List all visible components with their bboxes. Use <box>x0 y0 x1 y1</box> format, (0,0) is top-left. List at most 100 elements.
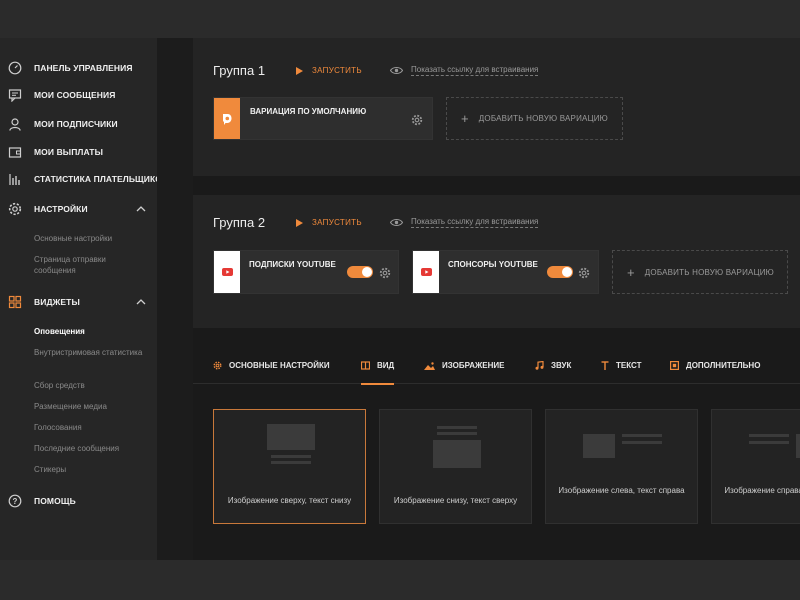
settings-tabs: ОСНОВНЫЕ НАСТРОЙКИ ВИД ИЗОБРАЖЕНИЕ ЗВУК … <box>193 347 800 385</box>
group-card-2: Группа 2 ЗАПУСТИТЬ Показать ссылку для в… <box>193 195 800 328</box>
speedometer-icon <box>8 61 22 75</box>
sidebar-item-messages[interactable]: МОИ СООБЩЕНИЯ <box>8 86 115 104</box>
text-line-placeholder <box>271 455 311 458</box>
sidebar-item-widgets[interactable]: ВИДЖЕТЫ <box>8 293 80 311</box>
gutter <box>157 38 193 560</box>
sidebar-item-label: ВИДЖЕТЫ <box>34 297 80 307</box>
sidebar-item-label: МОИ ВЫПЛАТЫ <box>34 147 104 157</box>
plus-icon: + <box>461 111 469 126</box>
message-icon <box>8 88 22 102</box>
sidebar-item-payer-stats[interactable]: СТАТИСТИКА ПЛАТЕЛЬЩИКОВ <box>8 170 168 188</box>
add-variation-button[interactable]: + ДОБАВИТЬ НОВУЮ ВАРИАЦИЮ <box>446 97 623 140</box>
tab-text[interactable]: ТЕКСТ <box>601 347 641 384</box>
sidebar-item-subscribers[interactable]: МОИ ПОДПИСЧИКИ <box>8 115 118 133</box>
sidebar-subitem-fundraising[interactable]: Сбор средств <box>34 380 149 391</box>
add-variation-button[interactable]: + ДОБАВИТЬ НОВУЮ ВАРИАЦИЮ <box>612 250 788 294</box>
text-line-placeholder <box>622 434 662 437</box>
sidebar-subitem-stickers[interactable]: Стикеры <box>34 464 149 475</box>
sidebar-subitem-message-page[interactable]: Страница отправки сообщения <box>34 254 149 276</box>
sidebar-subitem-instream-stats[interactable]: Внутристримовая статистика <box>34 347 149 358</box>
image-icon <box>424 361 435 370</box>
layout-caption: Изображение слева, текст справа <box>558 486 685 495</box>
text-line-placeholder <box>749 434 789 437</box>
advanced-icon <box>670 361 679 370</box>
gear-icon[interactable] <box>411 113 423 126</box>
sidebar-item-label: ПАНЕЛЬ УПРАВЛЕНИЯ <box>34 63 133 73</box>
gear-icon[interactable] <box>578 266 590 279</box>
add-variation-label: ДОБАВИТЬ НОВУЮ ВАРИАЦИЮ <box>644 267 774 277</box>
tab-advanced[interactable]: ДОПОЛНИТЕЛЬНО <box>670 347 760 384</box>
tab-label: ТЕКСТ <box>616 361 642 370</box>
eye-icon <box>390 66 403 75</box>
sidebar-item-payouts[interactable]: МОИ ВЫПЛАТЫ <box>8 143 103 161</box>
text-line-placeholder <box>437 426 477 429</box>
bar-chart-icon <box>8 172 22 186</box>
layout-caption: Изображение сверху, текст снизу <box>227 496 352 505</box>
sidebar-item-settings[interactable]: НАСТРОЙКИ <box>8 200 88 218</box>
enable-toggle[interactable] <box>347 266 373 278</box>
run-button[interactable]: ЗАПУСТИТЬ <box>296 218 362 227</box>
variation-card-default[interactable]: ВАРИАЦИЯ ПО УМОЛЧАНИЮ <box>213 97 433 140</box>
run-label: ЗАПУСТИТЬ <box>312 66 362 75</box>
chevron-up-icon[interactable] <box>134 295 148 309</box>
tab-sound[interactable]: ЗВУК <box>535 347 571 384</box>
image-placeholder-icon <box>267 424 315 450</box>
embed-label: Показать ссылку для встраивания <box>411 217 539 228</box>
tab-view[interactable]: ВИД <box>361 347 395 385</box>
main-content: Группа 1 ЗАПУСТИТЬ Показать ссылку для в… <box>193 38 800 560</box>
tab-label: ОСНОВНЫЕ НАСТРОЙКИ <box>229 361 330 370</box>
embed-link[interactable]: Показать ссылку для встраивания <box>390 217 539 228</box>
gear-icon[interactable] <box>379 266 391 279</box>
layout-option-image-top[interactable]: Изображение сверху, текст снизу <box>213 409 366 524</box>
variation-card-youtube-subs[interactable]: ПОДПИСКИ YOUTUBE <box>213 250 399 294</box>
sidebar-item-label: МОИ ПОДПИСЧИКИ <box>34 119 118 129</box>
eye-icon <box>390 218 403 227</box>
top-bar <box>0 0 800 38</box>
music-note-icon <box>535 361 544 370</box>
run-button[interactable]: ЗАПУСТИТЬ <box>296 66 362 75</box>
sidebar-subitem-polls[interactable]: Голосования <box>34 422 149 433</box>
layout-option-image-bottom[interactable]: Изображение снизу, текст сверху <box>379 409 532 524</box>
tab-image[interactable]: ИЗОБРАЖЕНИЕ <box>424 347 504 384</box>
variation-label: ВАРИАЦИЯ ПО УМОЛЧАНИЮ <box>250 107 367 116</box>
enable-toggle[interactable] <box>547 266 573 278</box>
layout-option-image-left[interactable]: Изображение слева, текст справа <box>545 409 698 524</box>
text-line-placeholder <box>622 441 662 444</box>
play-icon <box>296 218 303 227</box>
image-placeholder-icon <box>433 440 481 468</box>
sidebar-item-dashboard[interactable]: ПАНЕЛЬ УПРАВЛЕНИЯ <box>8 59 133 77</box>
variation-label: СПОНСОРЫ YOUTUBE <box>448 260 538 269</box>
sidebar-subitem-media[interactable]: Размещение медиа <box>34 401 149 412</box>
variation-card-youtube-sponsors[interactable]: СПОНСОРЫ YOUTUBE <box>412 250 599 294</box>
user-icon <box>8 117 22 131</box>
text-line-placeholder <box>271 461 311 464</box>
image-placeholder-icon <box>583 434 615 458</box>
youtube-icon <box>214 251 240 293</box>
play-icon <box>296 66 303 75</box>
plus-icon: + <box>627 264 635 280</box>
embed-link[interactable]: Показать ссылку для встраивания <box>390 65 539 76</box>
view-icon <box>361 361 370 370</box>
help-icon: ? <box>8 494 22 508</box>
sidebar-item-help[interactable]: ? ПОМОЩЬ <box>8 492 76 510</box>
layout-caption: Изображение справа, текст слева <box>724 486 800 495</box>
layout-option-image-right[interactable]: Изображение справа, текст слева <box>711 409 800 524</box>
sidebar-subitem-alerts[interactable]: Оповещения <box>34 326 149 337</box>
group-title: Группа 2 <box>213 215 266 230</box>
sidebar-subitem-basic-settings[interactable]: Основные настройки <box>34 233 149 244</box>
chevron-up-icon[interactable] <box>134 202 148 216</box>
image-placeholder-icon <box>796 434 800 458</box>
group-title: Группа 1 <box>213 63 266 78</box>
text-line-placeholder <box>749 441 789 444</box>
add-variation-label: ДОБАВИТЬ НОВУЮ ВАРИАЦИЮ <box>478 114 608 123</box>
tab-label: ВИД <box>377 361 395 370</box>
embed-label: Показать ссылку для встраивания <box>411 65 539 76</box>
gear-icon <box>8 202 22 216</box>
youtube-icon <box>413 251 439 293</box>
tab-basic-settings[interactable]: ОСНОВНЫЕ НАСТРОЙКИ <box>213 347 330 384</box>
sidebar-item-label: НАСТРОЙКИ <box>34 204 88 214</box>
sidebar-item-label: МОИ СООБЩЕНИЯ <box>34 90 116 100</box>
widgets-grid-icon <box>8 295 22 309</box>
sidebar-subitem-last-messages[interactable]: Последние сообщения <box>34 443 149 454</box>
bottom-bar <box>0 560 800 600</box>
